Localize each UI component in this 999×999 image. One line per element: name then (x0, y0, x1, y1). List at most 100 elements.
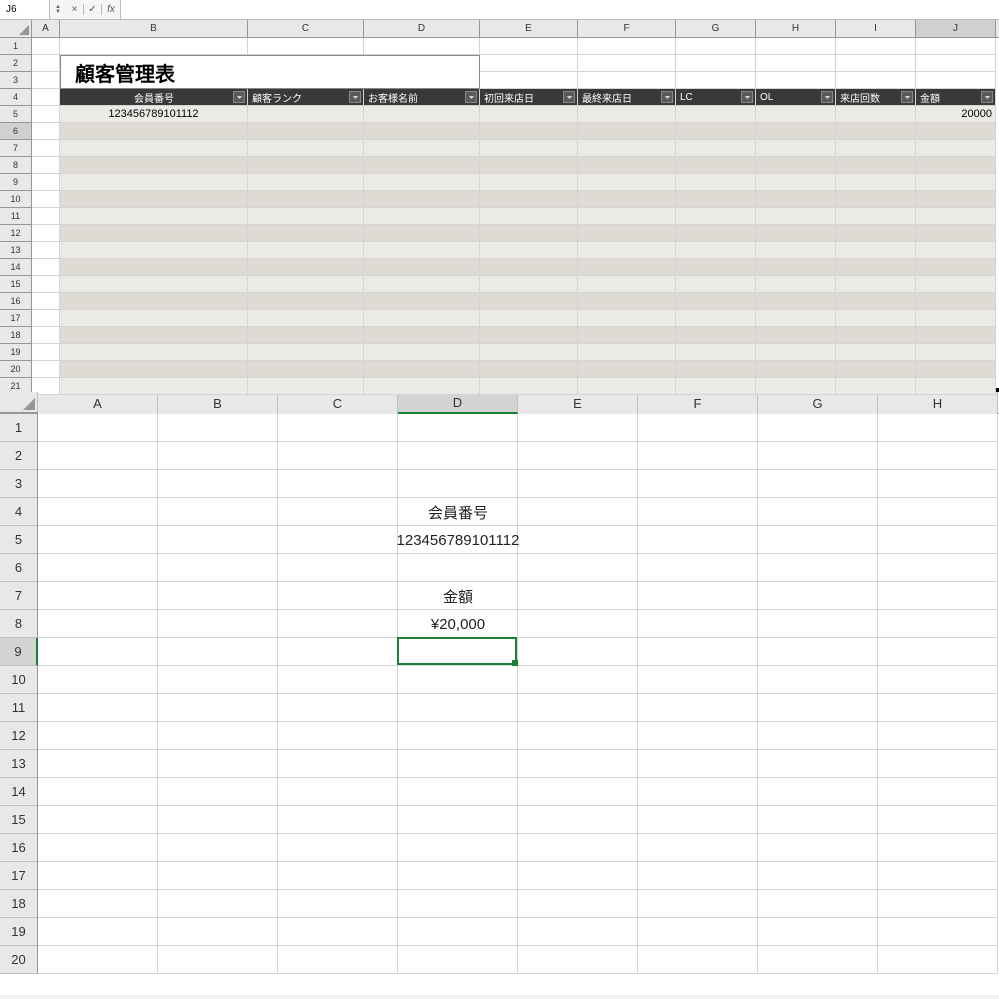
cell[interactable] (60, 208, 248, 225)
cell[interactable] (480, 242, 578, 259)
cell[interactable] (878, 666, 998, 694)
col-header-G[interactable]: G (758, 392, 878, 414)
cell[interactable] (364, 276, 480, 293)
cell[interactable] (578, 123, 676, 140)
cell[interactable] (364, 157, 480, 174)
cell[interactable] (32, 157, 60, 174)
cell[interactable] (248, 361, 364, 378)
cell[interactable] (578, 344, 676, 361)
col-header-E[interactable]: E (518, 392, 638, 414)
cell[interactable] (916, 327, 996, 344)
cell[interactable] (278, 694, 398, 722)
cell-amount[interactable]: 20000 (916, 106, 996, 123)
cell[interactable] (32, 242, 60, 259)
cell[interactable] (916, 208, 996, 225)
cell[interactable] (676, 276, 756, 293)
col-header-I[interactable]: I (836, 20, 916, 37)
cell[interactable] (32, 72, 60, 89)
cell[interactable] (916, 378, 996, 395)
cell[interactable] (158, 862, 278, 890)
cell[interactable] (518, 834, 638, 862)
col-header-D[interactable]: D (398, 392, 518, 414)
cell[interactable] (364, 310, 480, 327)
cell[interactable] (364, 225, 480, 242)
cell[interactable] (578, 55, 676, 72)
cell[interactable] (578, 208, 676, 225)
cell[interactable] (878, 918, 998, 946)
cell[interactable] (38, 778, 158, 806)
cell[interactable] (578, 327, 676, 344)
cell[interactable] (398, 442, 518, 470)
cell[interactable] (480, 55, 578, 72)
row-header-10[interactable]: 10 (0, 666, 38, 694)
cell[interactable] (878, 722, 998, 750)
row-header-15[interactable]: 15 (0, 806, 38, 834)
cell[interactable]: 会員番号 (60, 89, 248, 106)
enter-icon[interactable]: ✓ (84, 4, 102, 15)
cell[interactable]: 顧客ランク (248, 89, 364, 106)
cell[interactable] (60, 259, 248, 276)
cell[interactable] (158, 750, 278, 778)
filter-dropdown-icon[interactable] (563, 91, 575, 103)
cell[interactable] (32, 208, 60, 225)
cell[interactable] (278, 470, 398, 498)
cell[interactable] (916, 38, 996, 55)
col-header-H[interactable]: H (756, 20, 836, 37)
cell[interactable] (60, 361, 248, 378)
cell[interactable]: 最終来店日 (578, 89, 676, 106)
cell[interactable] (578, 157, 676, 174)
row-header-4[interactable]: 4 (0, 89, 32, 106)
filter-dropdown-icon[interactable] (821, 91, 833, 103)
cell[interactable] (916, 225, 996, 242)
cell[interactable]: 金額 (916, 89, 996, 106)
row-header-16[interactable]: 16 (0, 834, 38, 862)
cell[interactable] (518, 470, 638, 498)
cell[interactable] (758, 750, 878, 778)
cell[interactable] (398, 666, 518, 694)
cell[interactable] (278, 946, 398, 974)
cell[interactable] (480, 174, 578, 191)
row-header-3[interactable]: 3 (0, 470, 38, 498)
cell[interactable] (578, 378, 676, 395)
cell[interactable] (480, 293, 578, 310)
cell[interactable] (60, 123, 248, 140)
cell[interactable] (364, 123, 480, 140)
col-header-C[interactable]: C (278, 392, 398, 414)
cell[interactable] (638, 498, 758, 526)
row-header-11[interactable]: 11 (0, 694, 38, 722)
cell[interactable] (60, 293, 248, 310)
name-box[interactable]: J6 (0, 0, 50, 19)
row-header-11[interactable]: 11 (0, 208, 32, 225)
cell[interactable] (278, 806, 398, 834)
cell[interactable] (878, 638, 998, 666)
cell[interactable] (518, 946, 638, 974)
cell[interactable] (398, 890, 518, 918)
cell[interactable] (60, 225, 248, 242)
cell[interactable] (836, 310, 916, 327)
row-header-19[interactable]: 19 (0, 344, 32, 361)
cell[interactable] (638, 526, 758, 554)
cell[interactable] (364, 242, 480, 259)
cell[interactable] (836, 378, 916, 395)
cell[interactable] (756, 242, 836, 259)
cell[interactable] (480, 191, 578, 208)
cell[interactable] (676, 310, 756, 327)
cell[interactable] (60, 174, 248, 191)
cell[interactable]: お客様名前 (364, 89, 480, 106)
cell[interactable] (158, 666, 278, 694)
cell[interactable] (836, 208, 916, 225)
cell[interactable] (916, 72, 996, 89)
cell[interactable] (60, 38, 248, 55)
cell[interactable] (480, 140, 578, 157)
cell[interactable] (578, 259, 676, 276)
cell[interactable] (676, 191, 756, 208)
namebox-stepper[interactable]: ▲▼ (50, 5, 66, 15)
cell[interactable] (480, 225, 578, 242)
cell[interactable] (578, 225, 676, 242)
cell[interactable] (676, 208, 756, 225)
cell[interactable] (38, 666, 158, 694)
cell[interactable] (480, 310, 578, 327)
cell[interactable] (878, 498, 998, 526)
cell[interactable] (676, 344, 756, 361)
cell[interactable] (480, 38, 578, 55)
